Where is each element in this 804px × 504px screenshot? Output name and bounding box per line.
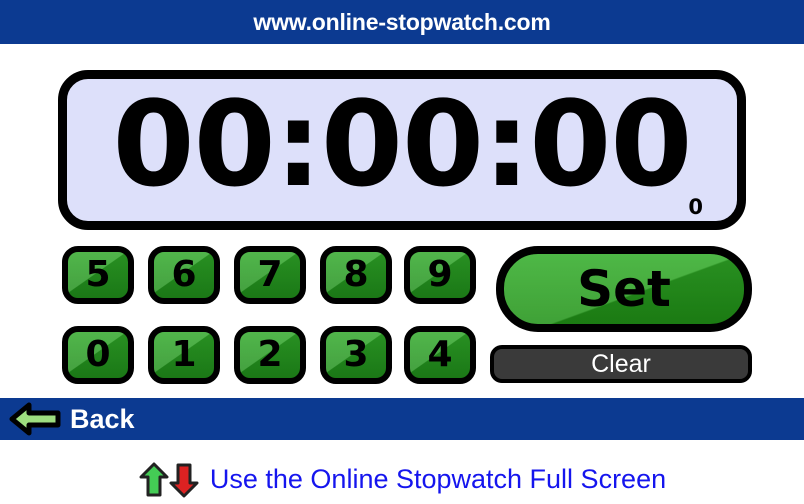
key-1-label: 1 — [171, 334, 197, 375]
key-5[interactable]: 5 — [62, 246, 134, 304]
key-8[interactable]: 8 — [320, 246, 392, 304]
stopwatch-app: www.online-stopwatch.com 00:00:00 0 5 6 … — [0, 0, 804, 504]
key-6-label: 6 — [171, 254, 197, 295]
key-9-label: 9 — [427, 254, 453, 295]
footer-icons — [138, 460, 200, 500]
key-0-label: 0 — [85, 334, 111, 375]
key-7[interactable]: 7 — [234, 246, 306, 304]
arrow-left-icon — [9, 402, 61, 436]
clear-button[interactable]: Clear — [490, 345, 752, 383]
key-7-label: 7 — [257, 254, 283, 295]
key-4[interactable]: 4 — [404, 326, 476, 384]
set-button-label: Set — [577, 260, 671, 318]
key-8-label: 8 — [343, 254, 369, 295]
back-label: Back — [70, 403, 135, 434]
clear-button-label: Clear — [591, 349, 651, 378]
key-6[interactable]: 6 — [148, 246, 220, 304]
header-bar: www.online-stopwatch.com — [0, 0, 804, 44]
timer-value: 00:00:00 — [112, 75, 692, 213]
fullscreen-link[interactable]: Use the Online Stopwatch Full Screen — [210, 464, 666, 495]
key-3[interactable]: 3 — [320, 326, 392, 384]
key-0[interactable]: 0 — [62, 326, 134, 384]
set-button[interactable]: Set — [496, 246, 752, 332]
key-1[interactable]: 1 — [148, 326, 220, 384]
key-2-label: 2 — [257, 334, 283, 375]
key-4-label: 4 — [427, 334, 453, 375]
timer-display-panel: 00:00:00 0 — [58, 70, 746, 230]
key-2[interactable]: 2 — [234, 326, 306, 384]
arrow-down-icon — [169, 463, 199, 497]
arrow-up-icon — [139, 462, 169, 496]
key-3-label: 3 — [343, 334, 369, 375]
key-5-label: 5 — [85, 254, 111, 295]
key-9[interactable]: 9 — [404, 246, 476, 304]
back-bar[interactable]: Back — [0, 398, 804, 440]
timer-subdigit: 0 — [688, 195, 703, 219]
footer: Use the Online Stopwatch Full Screen — [0, 455, 804, 504]
site-title: www.online-stopwatch.com — [253, 8, 551, 35]
